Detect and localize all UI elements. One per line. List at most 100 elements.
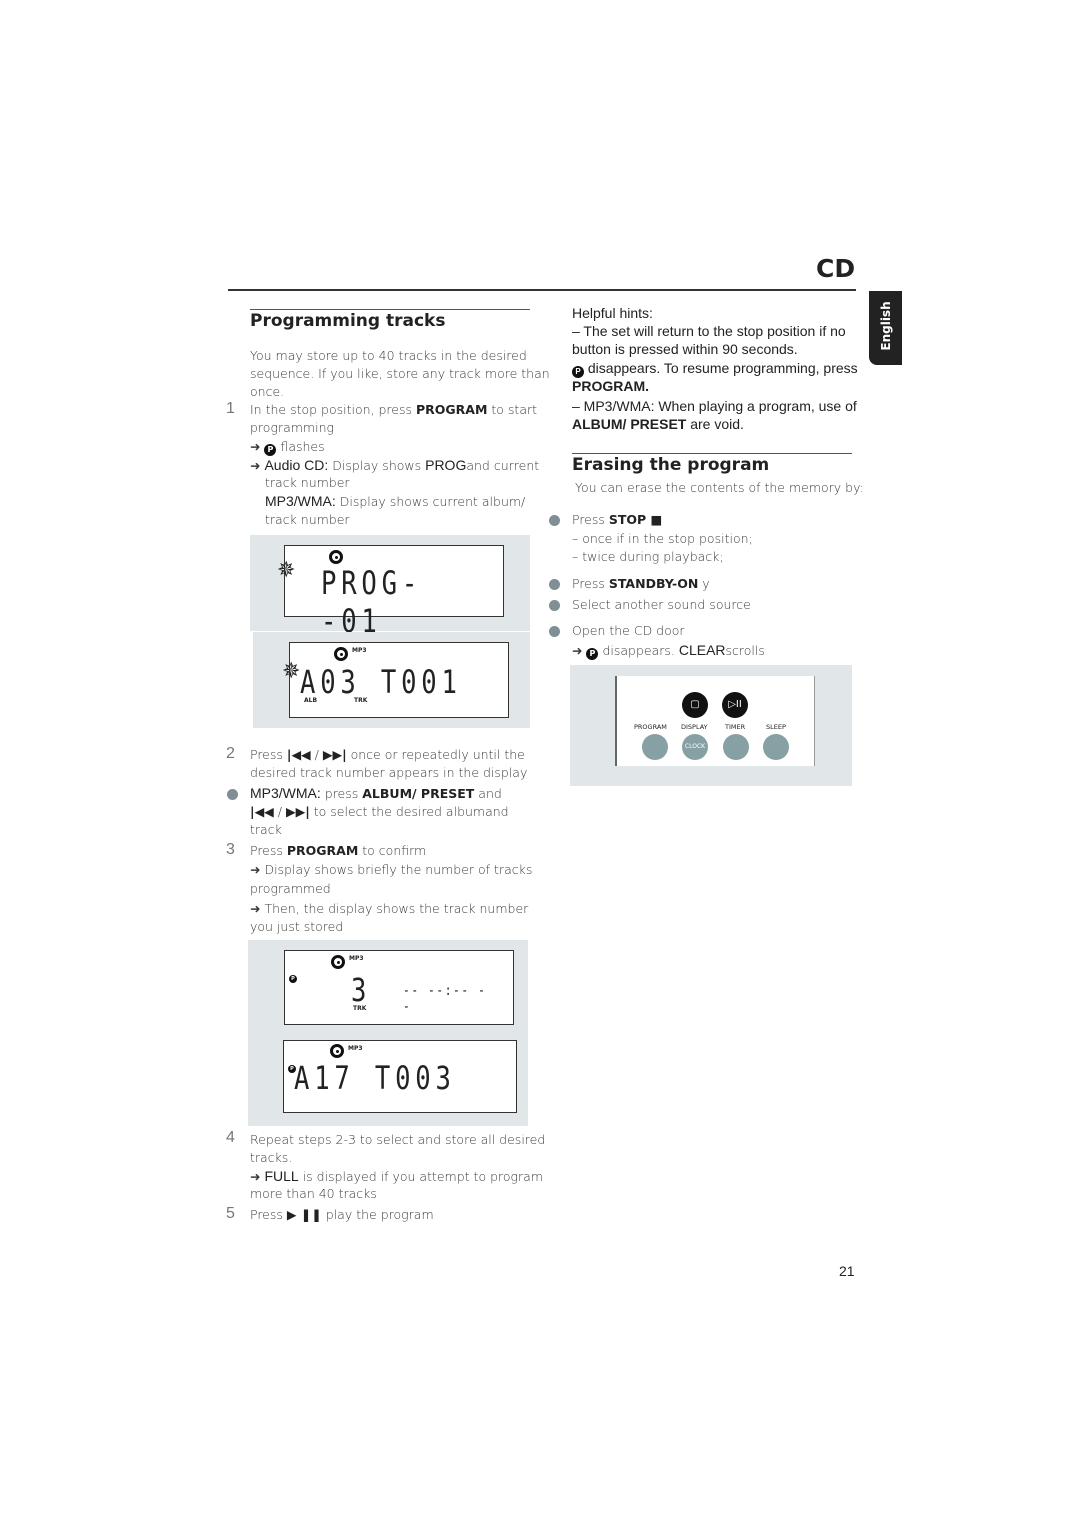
result-text: ➜ P disappears. CLEARscrolls xyxy=(572,641,765,660)
hint-text: – The set will return to the stop positi… xyxy=(572,323,846,339)
step2-text: Press |◀◀ / ▶▶| once or repeatedly until… xyxy=(250,746,525,764)
lcd-text: A03 T001 xyxy=(300,663,462,701)
arrow-icon: ➜ xyxy=(250,458,261,473)
bold-text: ALBUM/ PRESET xyxy=(572,416,687,432)
hints-title: Helpful hints: xyxy=(572,305,653,321)
text-span: Press xyxy=(572,576,609,591)
erasing-intro: You can erase the contents of the memory… xyxy=(575,480,864,495)
mp3-indicator: MP3 xyxy=(348,1045,363,1052)
text-span: Display shows xyxy=(328,458,426,473)
hint-text: ALBUM/ PRESET are void. xyxy=(572,415,744,433)
text-span: CLEAR xyxy=(678,642,726,658)
text-span: flashes xyxy=(280,439,325,454)
result-text: ➜ FULL is displayed if you attempt to pr… xyxy=(250,1167,543,1186)
program-button-icon xyxy=(642,734,668,760)
text-span: MP3/WMA: xyxy=(265,493,336,509)
button-label: PROGRAM xyxy=(634,723,667,731)
step2-text: desired track number appears in the disp… xyxy=(250,765,528,780)
text-span: and xyxy=(474,786,502,801)
disc-icon xyxy=(330,1044,344,1058)
program-p-icon: P xyxy=(289,975,297,983)
text-span: and current xyxy=(466,458,540,473)
program-p-icon: P xyxy=(586,648,599,660)
arrow-icon: ➜ xyxy=(250,862,261,877)
hint-text: – MP3/WMA: When playing a program, use o… xyxy=(572,398,857,414)
page-number: 21 xyxy=(839,1263,855,1279)
bullet-icon xyxy=(549,579,560,590)
erasing-title: Erasing the program xyxy=(572,455,770,475)
text-span: scrolls xyxy=(725,643,765,658)
bold-text: PROGRAM xyxy=(416,402,488,417)
result-audio-cd: ➜ Audio CD: Display shows PROGand curren… xyxy=(250,456,539,475)
step1-text: In the stop position, press PROGRAM to s… xyxy=(250,401,537,419)
result-text: track number xyxy=(265,475,350,490)
trk-indicator: TRK xyxy=(353,1005,367,1012)
text-span: Press xyxy=(250,1207,287,1222)
program-flash-icon: ✵ xyxy=(282,659,301,684)
step-number: 1 xyxy=(226,400,235,417)
display-illustration-3: MP3 P 3 -- --:-- -- TRK MP3 P A17 T003 xyxy=(248,940,528,1126)
disc-icon xyxy=(331,955,345,969)
timer-button-icon xyxy=(723,734,749,760)
arrow-icon: ➜ xyxy=(250,439,261,454)
button-label: SLEEP xyxy=(766,723,786,731)
control-panel-illustration: ▢ ▷II PROGRAM DISPLAY TIMER SLEEP CLOCK xyxy=(570,665,852,786)
lcd-time: -- --:-- -- xyxy=(403,983,487,1015)
previous-icon: |◀◀ xyxy=(250,804,274,819)
section-title: CD xyxy=(816,254,856,283)
result-flashes: ➜ P flashes xyxy=(250,438,325,456)
stop-button-icon: ▢ xyxy=(682,692,708,718)
mp3-step: track xyxy=(250,822,282,837)
next-icon: ▶▶| xyxy=(322,747,347,762)
result-text: ➜ Then, the display shows the track numb… xyxy=(250,900,528,918)
bold-text: PROGRAM. xyxy=(572,378,649,394)
erase-option-door: Open the CD door xyxy=(572,623,685,638)
text-span: Audio CD: xyxy=(264,457,329,473)
step4-text: Repeat steps 2-3 to select and store all… xyxy=(250,1132,546,1147)
lcd-display: ✵ PROG--01 xyxy=(277,545,504,640)
result-text: ➜ Display shows briefly the number of tr… xyxy=(250,861,532,879)
text-span: y xyxy=(698,576,710,591)
display-illustration-2: MP3 ✵ A03 T001 ALB TRK xyxy=(253,632,530,728)
text-span: FULL xyxy=(264,1168,299,1184)
arrow-icon: ➜ xyxy=(250,901,261,916)
step3-text: Press PROGRAM to confirm xyxy=(250,842,426,860)
text-span: / xyxy=(273,804,286,819)
text-span: Press xyxy=(250,747,287,762)
mp3-indicator: MP3 xyxy=(349,955,364,962)
programming-title: Programming tracks xyxy=(250,311,446,331)
text-span: Display shows briefly the number of trac… xyxy=(260,862,533,877)
display-clock-button-icon: CLOCK xyxy=(682,734,708,760)
lcd-text: 3 xyxy=(351,971,372,1009)
display-illustration-1: ✵ PROG--01 xyxy=(250,535,530,640)
text-span: are void. xyxy=(686,416,744,432)
text-span: is displayed if you attempt to program xyxy=(298,1169,543,1184)
result-text: you just stored xyxy=(250,919,344,934)
text-span: press xyxy=(320,786,363,801)
disc-icon xyxy=(329,550,343,564)
hint-text: P disappears. To resume programming, pre… xyxy=(572,359,858,378)
hint-text: button is pressed within 90 seconds. xyxy=(572,341,798,357)
lcd-display: MP3 ✵ A03 T001 ALB TRK xyxy=(282,642,509,718)
text-span: disappears. xyxy=(598,643,679,658)
text-span: to confirm xyxy=(358,843,427,858)
step1-text: programming xyxy=(250,420,334,435)
arrow-icon: ➜ xyxy=(250,1169,261,1184)
alb-indicator: ALB xyxy=(304,697,318,704)
step-number: 3 xyxy=(226,841,235,858)
mp3-step: MP3/WMA: press ALBUM/ PRESET and xyxy=(250,784,502,803)
erase-option-stop: Press STOP ■ xyxy=(572,511,662,529)
lcd-text: A17 T003 xyxy=(294,1059,456,1097)
section-rule xyxy=(250,309,530,310)
button-label: TIMER xyxy=(725,723,746,731)
header-rule xyxy=(228,289,856,291)
text-span: In the stop position, press xyxy=(250,402,416,417)
program-p-icon: P xyxy=(264,444,277,456)
play-pause-icon: ▶ ❚❚ xyxy=(286,1207,322,1222)
text-span: to select the desired albumand xyxy=(309,804,509,819)
text-span: / xyxy=(310,747,323,762)
text-span: play the program xyxy=(321,1207,434,1222)
section-rule xyxy=(572,453,852,454)
text-span: Press xyxy=(250,843,287,858)
bold-text: ALBUM/ PRESET xyxy=(362,786,475,801)
